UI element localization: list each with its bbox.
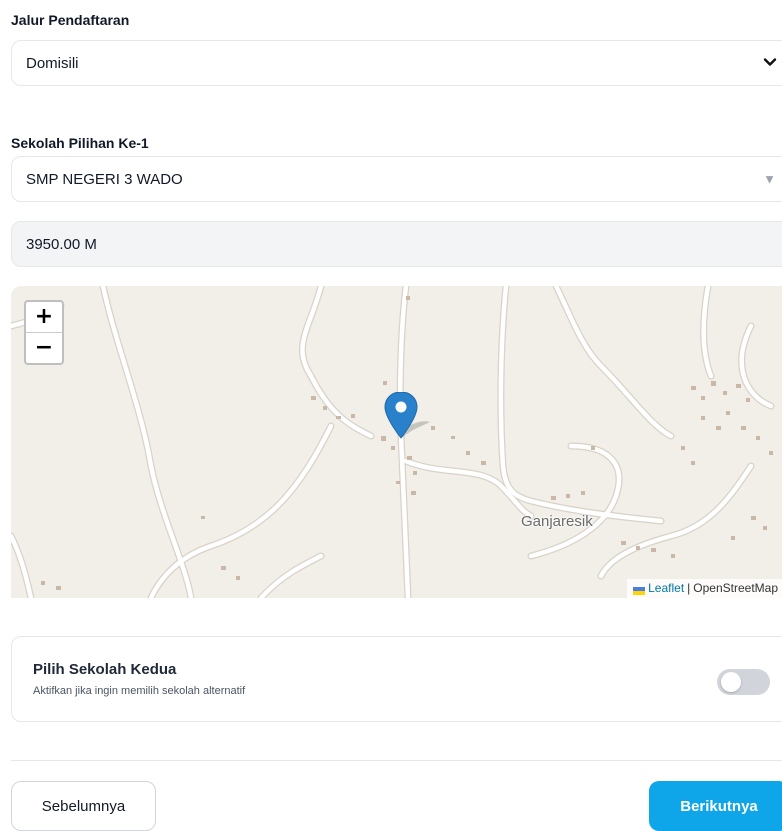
openstreetmap-link[interactable]: OpenStreetMap xyxy=(693,581,778,595)
leaflet-link[interactable]: Leaflet xyxy=(648,581,684,595)
map-place-label: Ganjaresik xyxy=(521,513,593,530)
school-choice-1-label: Sekolah Pilihan Ke-1 xyxy=(11,135,149,151)
school-location-map[interactable]: + − Ganjaresik Leaflet | OpenStreetMap xyxy=(11,286,782,598)
map-attribution: Leaflet | OpenStreetMap xyxy=(627,579,782,598)
registration-path-label: Jalur Pendaftaran xyxy=(11,12,130,28)
second-school-card: Pilih Sekolah Kedua Aktifkan jika ingin … xyxy=(11,636,782,722)
zoom-out-button[interactable]: − xyxy=(26,332,62,363)
second-school-subtitle: Aktifkan jika ingin memilih sekolah alte… xyxy=(33,685,246,697)
second-school-title: Pilih Sekolah Kedua xyxy=(33,661,177,678)
footer-divider xyxy=(11,760,782,761)
registration-path-select[interactable]: Domisili xyxy=(11,40,782,86)
map-zoom-control: + − xyxy=(24,300,64,365)
map-tiles xyxy=(11,286,782,598)
zoom-in-button[interactable]: + xyxy=(26,302,62,332)
chevron-down-icon xyxy=(763,55,777,72)
previous-button[interactable]: Sebelumnya xyxy=(11,781,156,831)
registration-path-value: Domisili xyxy=(26,54,79,72)
attribution-separator: | xyxy=(687,581,691,595)
distance-value: 3950.00 M xyxy=(26,235,97,253)
next-button[interactable]: Berikutnya xyxy=(649,781,782,831)
ukraine-flag-icon xyxy=(633,584,646,595)
distance-field: 3950.00 M xyxy=(11,221,782,267)
toggle-knob xyxy=(721,672,741,692)
school-choice-1-value: SMP NEGERI 3 WADO xyxy=(26,170,183,188)
second-school-toggle[interactable] xyxy=(717,669,770,695)
map-marker-icon[interactable] xyxy=(384,392,434,440)
caret-down-icon: ▼ xyxy=(763,171,776,187)
school-choice-1-select[interactable]: SMP NEGERI 3 WADO ▼ xyxy=(11,156,782,202)
